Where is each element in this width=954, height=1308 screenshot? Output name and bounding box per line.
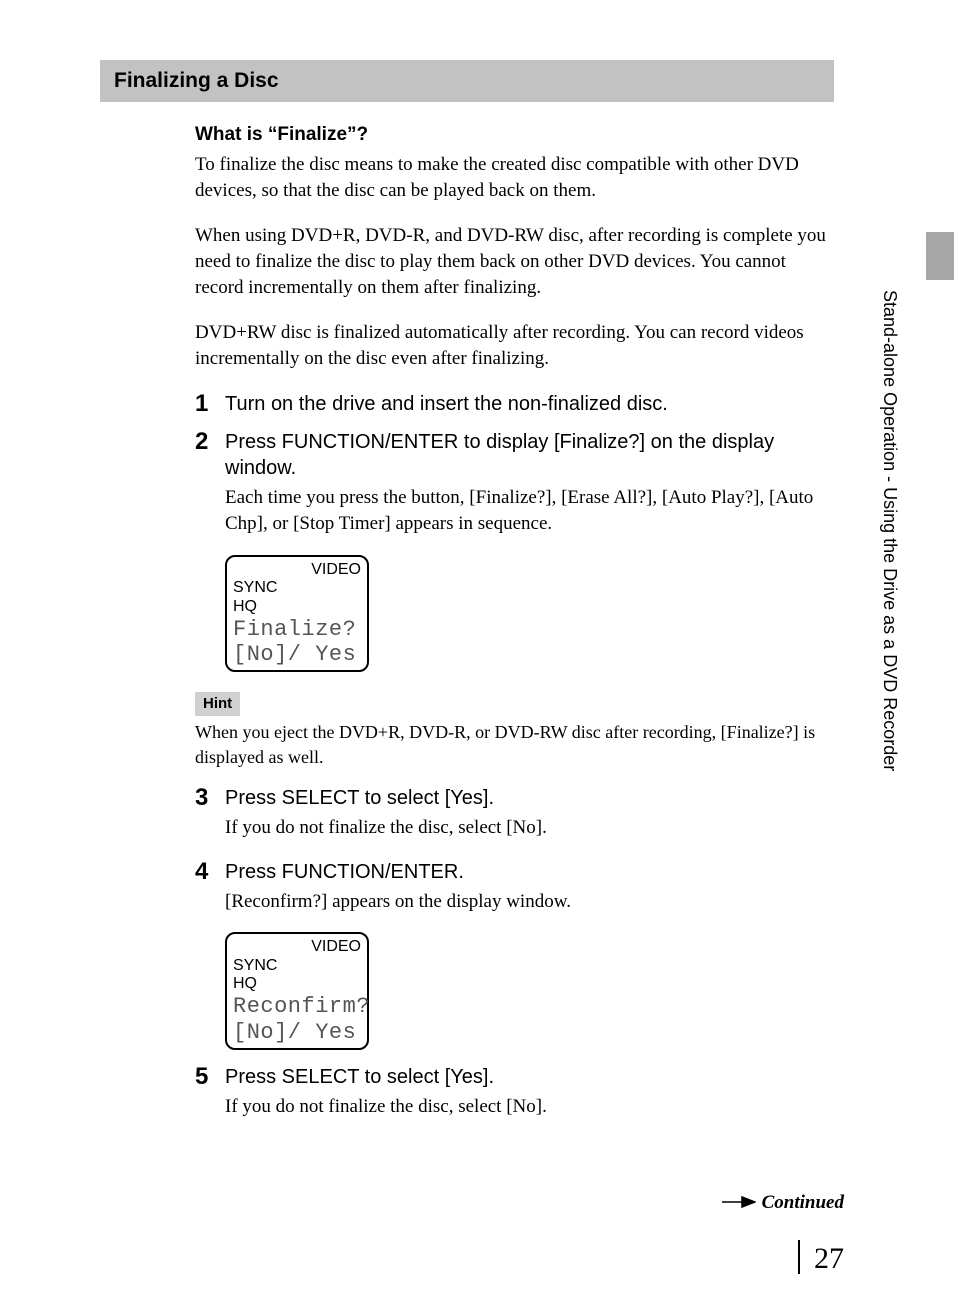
step-4: 4 Press FUNCTION/ENTER. [Reconfirm?] app… [195, 859, 834, 925]
display-line: SYNC [233, 957, 361, 975]
page-number: 27 [798, 1240, 844, 1274]
step-title: Turn on the drive and insert the non-fin… [225, 391, 834, 417]
step-number: 5 [195, 1064, 225, 1090]
display-line: HQ [233, 975, 361, 993]
whatis-p3: DVD+RW disc is finalized automatically a… [195, 320, 834, 371]
display-finalize: VIDEO SYNC HQ Finalize? [No]/ Yes [225, 555, 369, 672]
continued-text: Continued [762, 1190, 844, 1216]
hint-label: Hint [195, 692, 240, 716]
step-title: Press FUNCTION/ENTER to display [Finaliz… [225, 429, 834, 481]
display-lcd: Finalize? [233, 618, 361, 641]
display-lcd: Reconfirm? [233, 995, 361, 1018]
display-line: SYNC [233, 579, 361, 597]
step-number: 4 [195, 859, 225, 885]
step-text: [Reconfirm?] appears on the display wind… [225, 889, 834, 915]
display-lcd: [No]/ Yes [233, 643, 361, 666]
step-number: 2 [195, 429, 225, 455]
display-reconfirm: VIDEO SYNC HQ Reconfirm? [No]/ Yes [225, 932, 369, 1049]
step-text: Each time you press the button, [Finaliz… [225, 485, 834, 536]
step-title: Press SELECT to select [Yes]. [225, 785, 834, 811]
step-2: 2 Press FUNCTION/ENTER to display [Final… [195, 429, 834, 546]
page-content: Finalizing a Disc What is “Finalize”? To… [0, 0, 954, 1177]
display-line: HQ [233, 598, 361, 616]
hint-text: When you eject the DVD+R, DVD-R, or DVD-… [195, 720, 834, 769]
step-1: 1 Turn on the drive and insert the non-f… [195, 391, 834, 421]
whatis-p1: To finalize the disc means to make the c… [195, 152, 834, 203]
whatis-p2: When using DVD+R, DVD-R, and DVD-RW disc… [195, 223, 834, 300]
step-title: Press FUNCTION/ENTER. [225, 859, 834, 885]
continued-indicator: Continued [722, 1190, 844, 1216]
display-lcd: [No]/ Yes [233, 1021, 361, 1044]
step-number: 1 [195, 391, 225, 417]
chapter-label: Stand-alone Operation - Using the Drive … [878, 290, 902, 771]
step-text: If you do not finalize the disc, select … [225, 815, 834, 841]
display-top: VIDEO [233, 561, 361, 579]
arrow-right-icon [722, 1190, 756, 1216]
side-tab-marker [926, 232, 954, 280]
whatis-heading: What is “Finalize”? [195, 122, 834, 148]
step-title: Press SELECT to select [Yes]. [225, 1064, 834, 1090]
step-number: 3 [195, 785, 225, 811]
step-5: 5 Press SELECT to select [Yes]. If you d… [195, 1064, 834, 1130]
step-text: If you do not finalize the disc, select … [225, 1094, 834, 1120]
section-heading: Finalizing a Disc [100, 60, 834, 102]
display-top: VIDEO [233, 938, 361, 956]
step-3: 3 Press SELECT to select [Yes]. If you d… [195, 785, 834, 851]
